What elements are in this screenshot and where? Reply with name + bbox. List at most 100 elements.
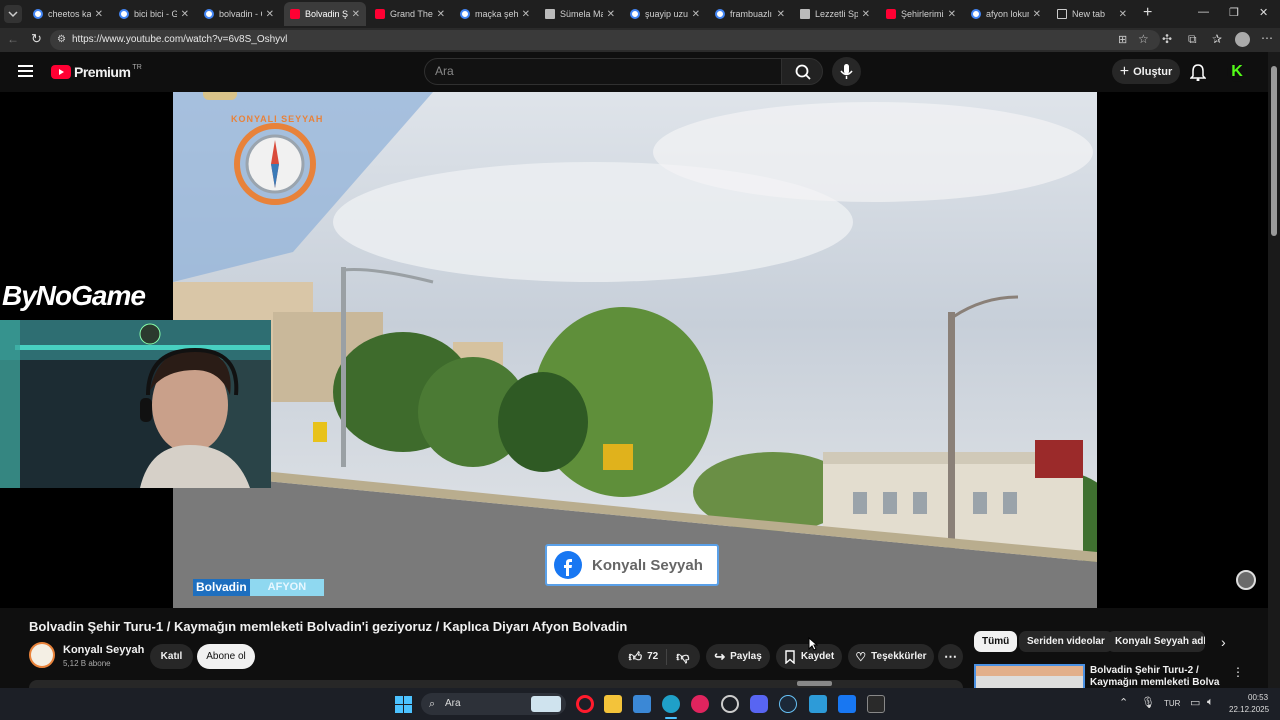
bynogame-text: ByNoGame — [2, 280, 146, 311]
join-button[interactable]: Katıl — [150, 644, 193, 669]
browser-tab[interactable]: Sümela Mana ✕ — [539, 2, 621, 26]
edge-icon[interactable] — [662, 695, 680, 713]
close-tab-icon[interactable]: ✕ — [692, 9, 700, 20]
channel-avatar[interactable] — [29, 642, 55, 668]
close-tab-icon[interactable]: ✕ — [607, 9, 615, 20]
reload-icon[interactable]: ↻ — [31, 31, 42, 47]
clock-app-icon[interactable] — [721, 695, 739, 713]
recommendation-menu-icon[interactable]: ⋮ — [1232, 665, 1244, 679]
chip-series[interactable]: Seriden videolar — [1019, 631, 1113, 652]
bookmark-star-icon[interactable]: ☆ — [1138, 32, 1149, 46]
browser-tab[interactable]: afyon lokum ✕ — [965, 2, 1047, 26]
browser-tab[interactable]: Lezzetli Spes ✕ — [794, 2, 876, 26]
epic-games-icon[interactable] — [867, 695, 885, 713]
search-button[interactable] — [781, 58, 823, 85]
windows-start-icon[interactable] — [395, 696, 412, 713]
remote-desktop-icon[interactable] — [633, 695, 651, 713]
profile-avatar[interactable] — [1235, 32, 1250, 47]
browser-tab[interactable]: New tab ✕ — [1051, 2, 1133, 26]
microphone-tray-icon[interactable]: 🎙︎ — [1141, 696, 1155, 709]
tab-list-dropdown[interactable] — [4, 5, 22, 23]
chevron-right-icon[interactable]: › — [1221, 634, 1226, 650]
close-tab-icon[interactable]: ✕ — [181, 9, 189, 20]
clock-date[interactable]: 22.12.2025 — [1229, 705, 1269, 714]
close-tab-icon[interactable]: ✕ — [1119, 9, 1127, 20]
horizontal-scroll-thumb[interactable] — [797, 681, 832, 686]
search-icon — [795, 64, 811, 80]
video-player[interactable]: KONYALI SEYYAH Konyalı Seyyah Bolvadin A… — [0, 92, 1268, 608]
back-icon[interactable]: ← — [7, 32, 19, 46]
split-screen-icon[interactable]: ⧉ — [1188, 32, 1197, 47]
close-tab-icon[interactable]: ✕ — [777, 9, 785, 20]
create-button[interactable]: + Oluştur — [1112, 59, 1180, 84]
hamburger-menu-icon[interactable] — [18, 64, 34, 78]
video-frame[interactable]: KONYALI SEYYAH Konyalı Seyyah Bolvadin A… — [173, 92, 1097, 608]
browser-tab[interactable]: şuayip uzun ✕ — [624, 2, 706, 26]
video-title: Bolvadin Şehir Turu-1 / Kaymağın memleke… — [29, 619, 628, 634]
dislike-button[interactable]: 👎︎ — [672, 649, 689, 665]
url-field[interactable]: ⚙ https://www.youtube.com/watch?v=6v8S_O… — [50, 30, 1160, 50]
clock-time[interactable]: 00:53 — [1248, 693, 1268, 702]
browser-tab-label: New tab — [1072, 9, 1106, 19]
opera-icon[interactable] — [576, 695, 594, 713]
close-tab-icon[interactable]: ✕ — [266, 9, 274, 20]
site-info-icon[interactable]: ⚙ — [57, 30, 66, 50]
browser-tab[interactable]: bici bici - Go ✕ — [113, 2, 195, 26]
account-avatar[interactable]: K — [1227, 62, 1247, 82]
thanks-button[interactable]: ♡ Teşekkürler — [848, 644, 934, 669]
more-actions-button[interactable]: ⋯ — [938, 644, 963, 669]
video-corner-mark — [203, 92, 237, 100]
plus-icon: + — [1119, 62, 1130, 80]
close-tab-icon[interactable]: ✕ — [95, 9, 103, 20]
close-tab-icon[interactable]: ✕ — [948, 9, 956, 20]
youtube-icon — [886, 9, 896, 19]
extensions-icon[interactable]: ✣ — [1162, 32, 1172, 46]
subscribe-button[interactable]: Abone ol — [197, 644, 255, 669]
discord-icon[interactable] — [750, 695, 768, 713]
notifications-bell-icon[interactable] — [1190, 63, 1206, 81]
chip-all[interactable]: Tümü — [974, 631, 1018, 652]
favorites-icon[interactable]: ✰ — [1212, 32, 1222, 46]
browser-tab[interactable]: Bolvadin Şeh ✕ — [284, 2, 366, 26]
browser-tab[interactable]: bolvadin - Go ✕ — [198, 2, 280, 26]
close-window-icon[interactable]: ✕ — [1259, 6, 1268, 19]
new-tab-button[interactable]: + — [1143, 4, 1152, 22]
volume-icon[interactable]: 🔈︎ — [1207, 696, 1214, 709]
file-explorer-icon[interactable] — [604, 695, 622, 713]
scrollbar-thumb[interactable] — [1271, 66, 1277, 236]
app-icon[interactable]: ⊞ — [1118, 33, 1127, 46]
close-tab-icon[interactable]: ✕ — [352, 9, 360, 20]
channel-name[interactable]: Konyalı Seyyah — [63, 644, 144, 656]
like-button[interactable]: 👍︎ 72 — [629, 648, 668, 665]
youtube-premium-logo[interactable]: Premium TR — [51, 64, 142, 80]
language-indicator[interactable]: TUR — [1164, 699, 1180, 708]
browser-tab[interactable]: Grand Theft A ✕ — [369, 2, 451, 26]
recommendation-thumbnail[interactable] — [974, 664, 1085, 688]
google-icon — [204, 9, 214, 19]
gallery-icon[interactable] — [809, 695, 827, 713]
media-player-icon[interactable] — [691, 695, 709, 713]
taskbar-search[interactable]: ⌕ Ara — [421, 693, 566, 715]
voice-search-button[interactable] — [832, 57, 861, 86]
browser-tab[interactable]: maçka şehir n ✕ — [454, 2, 536, 26]
close-tab-icon[interactable]: ✕ — [437, 9, 445, 20]
share-button[interactable]: ↪ Paylaş — [706, 644, 770, 669]
close-tab-icon[interactable]: ✕ — [862, 9, 870, 20]
watermark-text: KONYALI SEYYAH — [231, 114, 324, 124]
steam-icon[interactable] — [779, 695, 797, 713]
page-scrollbar[interactable] — [1268, 52, 1280, 688]
browser-menu-icon[interactable]: ⋯ — [1261, 31, 1273, 45]
chip-channel[interactable]: Konyalı Seyyah adlı y — [1107, 631, 1205, 652]
facebook-app-icon[interactable] — [838, 695, 856, 713]
recommendation-title[interactable]: Bolvadin Şehir Turu-2 / Kaymağın memleke… — [1090, 665, 1220, 689]
close-tab-icon[interactable]: ✕ — [1033, 9, 1041, 20]
network-icon[interactable]: ▭ — [1190, 696, 1200, 709]
browser-tab[interactable]: Şehirlerimizde ✕ — [880, 2, 962, 26]
minimize-icon[interactable]: — — [1198, 6, 1209, 18]
restore-icon[interactable]: ❐ — [1229, 6, 1239, 19]
close-tab-icon[interactable]: ✕ — [522, 9, 530, 20]
browser-tab[interactable]: cheetos karşı ✕ — [27, 2, 109, 26]
search-input[interactable]: Ara — [424, 58, 782, 85]
show-hidden-icons[interactable]: ⌃ — [1119, 696, 1128, 709]
browser-tab[interactable]: frambuazlı ki ✕ — [709, 2, 791, 26]
